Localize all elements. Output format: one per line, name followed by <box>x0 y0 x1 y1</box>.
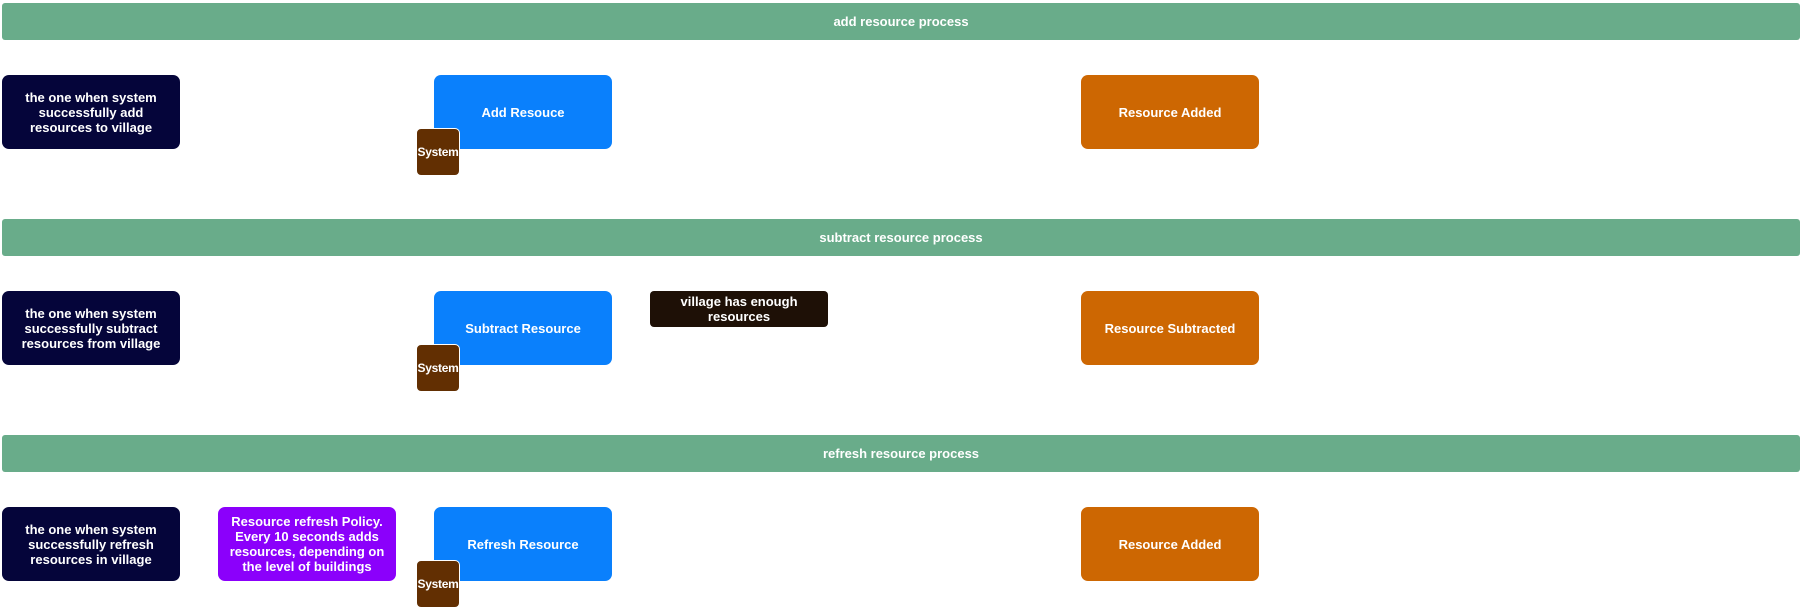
command-subtract-resource[interactable]: Subtract Resource <box>434 291 612 365</box>
policy-resource-refresh[interactable]: Resource refresh Policy. Every 10 second… <box>218 507 396 581</box>
event-resource-added[interactable]: Resource Added <box>1081 75 1259 149</box>
condition-enough-resources[interactable]: village has enough resources <box>650 291 828 327</box>
event-storming-board: add resource process the one when system… <box>0 0 1800 609</box>
lane-header-subtract-resource[interactable]: subtract resource process <box>2 219 1800 256</box>
actor-system-refresh-resource[interactable]: System <box>416 560 460 608</box>
note-refresh-resource[interactable]: the one when system successfully refresh… <box>2 507 180 581</box>
event-resource-added-refresh[interactable]: Resource Added <box>1081 507 1259 581</box>
note-add-resource[interactable]: the one when system successfully add res… <box>2 75 180 149</box>
event-resource-subtracted[interactable]: Resource Subtracted <box>1081 291 1259 365</box>
actor-system-subtract-resource[interactable]: System <box>416 344 460 392</box>
note-subtract-resource[interactable]: the one when system successfully subtrac… <box>2 291 180 365</box>
command-add-resource[interactable]: Add Resouce <box>434 75 612 149</box>
lane-header-refresh-resource[interactable]: refresh resource process <box>2 435 1800 472</box>
lane-header-add-resource[interactable]: add resource process <box>2 3 1800 40</box>
actor-system-add-resource[interactable]: System <box>416 128 460 176</box>
command-refresh-resource[interactable]: Refresh Resource <box>434 507 612 581</box>
